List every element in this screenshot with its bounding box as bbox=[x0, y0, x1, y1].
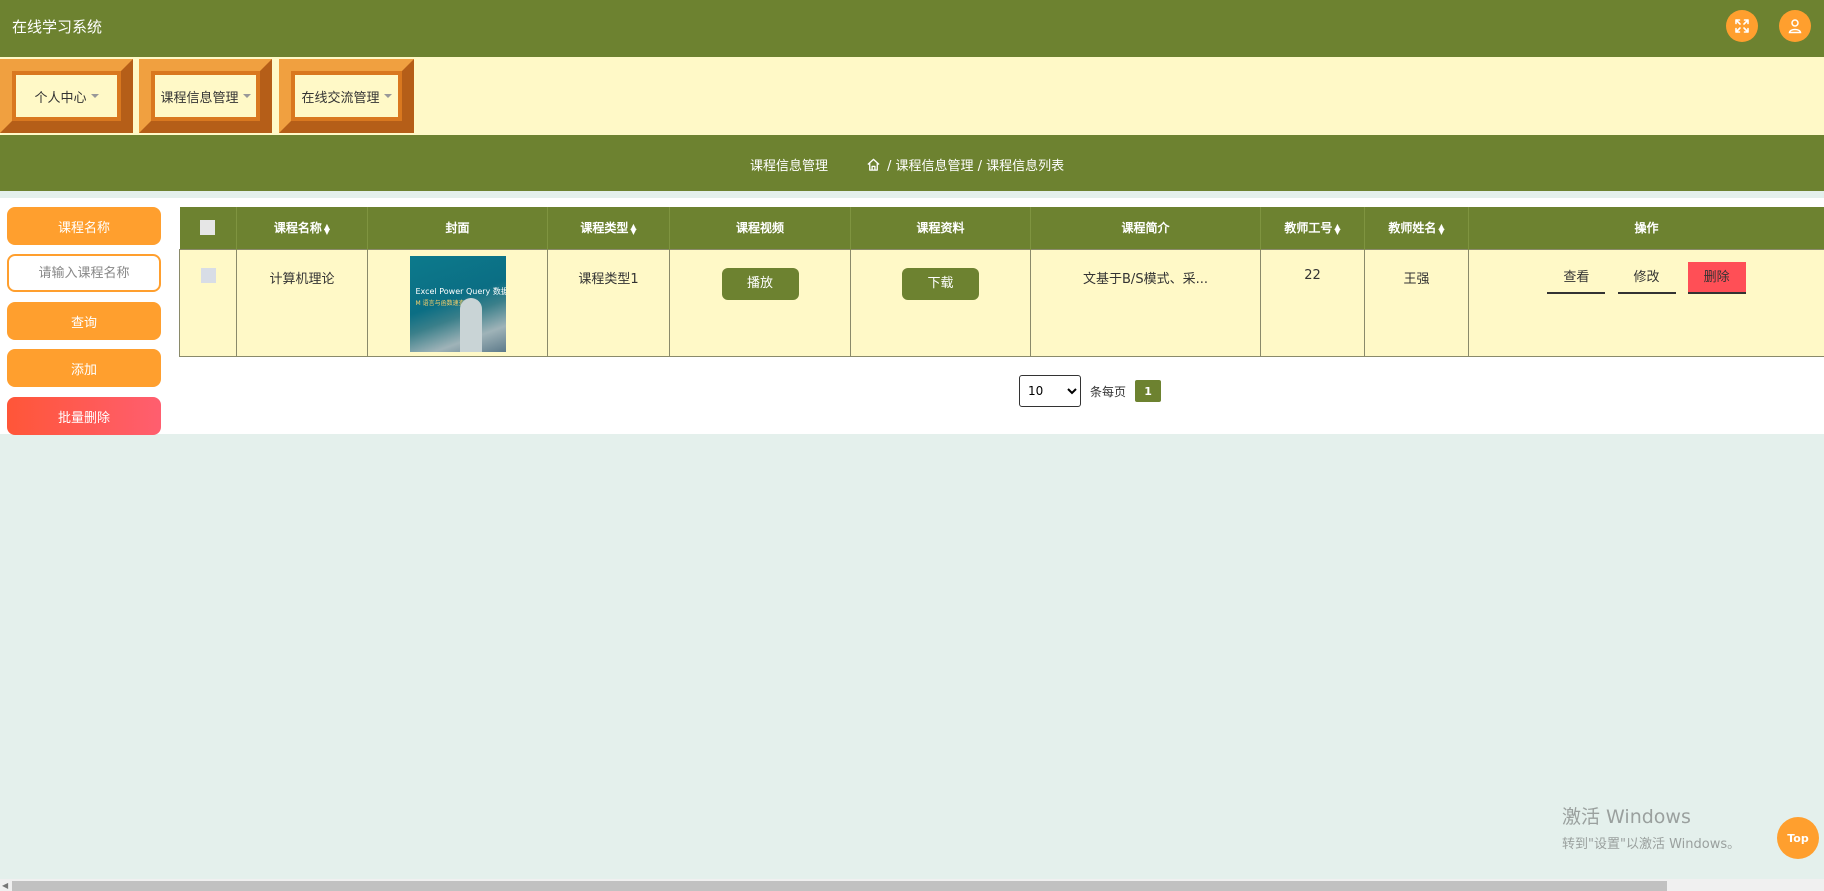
watermark-subtitle: 转到"设置"以激活 Windows。 bbox=[1562, 837, 1741, 852]
column-header-actions: 操作 bbox=[1468, 207, 1824, 249]
column-header-course-video: 课程视频 bbox=[669, 207, 851, 249]
app-title: 在线学习系统 bbox=[12, 18, 103, 36]
table-row: 计算机理论 Excel Power Query 数据 M 语言与函数速查 课程类… bbox=[179, 248, 1824, 357]
delete-button[interactable]: 删除 bbox=[1687, 261, 1746, 294]
play-video-button[interactable]: 播放 bbox=[721, 267, 799, 300]
activation-watermark: 激活 Windows 转到"设置"以激活 Windows。 bbox=[1562, 802, 1740, 852]
home-icon[interactable] bbox=[866, 157, 881, 172]
page-number-button[interactable]: 1 bbox=[1135, 380, 1162, 402]
sort-icon[interactable]: ▲ ▼ bbox=[324, 222, 330, 235]
cover-cell: Excel Power Query 数据 M 语言与函数速查 bbox=[367, 248, 548, 357]
page-size-select[interactable]: 102050100 bbox=[1019, 375, 1081, 407]
course-intro-cell: 文基于B/S模式、采... bbox=[1030, 248, 1261, 357]
course-type-cell: 课程类型1 bbox=[547, 248, 670, 357]
teacher-id-cell: 22 bbox=[1260, 248, 1365, 357]
back-to-top-button[interactable]: Top bbox=[1777, 817, 1819, 859]
row-select-cell bbox=[179, 248, 237, 357]
menu-item-label: 在线交流管理 bbox=[301, 90, 380, 106]
per-page-label: 条每页 bbox=[1090, 384, 1127, 399]
top-bar: 在线学习系统 bbox=[0, 0, 1824, 57]
breadcrumb-path: / 课程信息管理 / 课程信息列表 bbox=[887, 159, 1065, 174]
row-checkbox[interactable] bbox=[200, 267, 216, 283]
caret-down-icon bbox=[242, 94, 251, 98]
select-all-checkbox[interactable] bbox=[200, 220, 216, 236]
edit-button[interactable]: 修改 bbox=[1617, 262, 1676, 294]
cover-figure bbox=[459, 297, 482, 352]
menu-item-course-management[interactable]: 课程信息管理 bbox=[139, 59, 272, 133]
column-header-course-type[interactable]: 课程类型 ▲ ▼ bbox=[547, 207, 670, 249]
breadcrumb-bar: 课程信息管理 / 课程信息管理 / 课程信息列表 bbox=[0, 135, 1824, 191]
cover-title: Excel Power Query 数据 bbox=[415, 286, 506, 296]
scrollbar-thumb[interactable] bbox=[12, 881, 1667, 891]
watermark-title: 激活 Windows bbox=[1562, 806, 1691, 828]
column-header-course-material: 课程资料 bbox=[850, 207, 1031, 249]
breadcrumb: / 课程信息管理 / 课程信息列表 bbox=[866, 155, 1064, 174]
page-title: 课程信息管理 bbox=[750, 159, 829, 174]
view-button[interactable]: 查看 bbox=[1547, 262, 1606, 294]
column-header-teacher-id[interactable]: 教师工号 ▲ ▼ bbox=[1260, 207, 1365, 249]
select-all-header bbox=[179, 207, 237, 249]
course-material-cell: 下载 bbox=[850, 248, 1031, 357]
scroll-left-arrow-icon[interactable]: ◀ bbox=[2, 881, 8, 890]
menu-bar: 个人中心 课程信息管理 在线交流管理 bbox=[0, 57, 1824, 135]
content-panel: 课程名称 查询 添加 批量删除 课程名称▲▼ 封面 课程类型▲▼ 课程视频 课程… bbox=[0, 198, 1824, 435]
add-button[interactable]: 添加 bbox=[7, 349, 161, 387]
cover-subtitle: M 语言与函数速查 bbox=[415, 299, 465, 307]
course-name-cell: 计算机理论 bbox=[236, 248, 368, 357]
course-name-search-input[interactable] bbox=[7, 254, 161, 292]
menu-item-label: 个人中心 bbox=[34, 90, 87, 106]
menu-item-online-communication[interactable]: 在线交流管理 bbox=[279, 59, 414, 133]
expand-icon bbox=[1735, 19, 1749, 33]
actions-cell: 查看 修改 删除 bbox=[1468, 248, 1824, 357]
caret-down-icon bbox=[383, 94, 392, 98]
user-icon bbox=[1788, 19, 1802, 34]
download-material-button[interactable]: 下载 bbox=[902, 267, 979, 300]
menu-item-label: 课程信息管理 bbox=[160, 90, 239, 106]
horizontal-scrollbar[interactable]: ◀ bbox=[0, 879, 1824, 891]
sort-icon[interactable]: ▲ ▼ bbox=[1438, 222, 1444, 235]
menu-item-personal-center[interactable]: 个人中心 bbox=[0, 59, 133, 133]
course-table: 课程名称 ▲ ▼ 封面 课程类型 ▲ ▼ 课程视频 课程资料 课程简介 教师工号 ▲ ▼ 教… bbox=[179, 207, 1824, 357]
pagination: 102050100 条每页 1 bbox=[1019, 375, 1162, 407]
batch-delete-button[interactable]: 批量删除 bbox=[7, 397, 161, 435]
user-button[interactable] bbox=[1779, 10, 1811, 42]
search-field-label: 课程名称 bbox=[7, 207, 161, 245]
fullscreen-button[interactable] bbox=[1726, 10, 1758, 42]
sort-icon[interactable]: ▲ ▼ bbox=[1334, 222, 1340, 235]
column-header-course-intro: 课程简介 bbox=[1030, 207, 1261, 249]
caret-down-icon bbox=[90, 94, 99, 98]
course-video-cell: 播放 bbox=[669, 248, 851, 357]
table-header-row: 课程名称 ▲ ▼ 封面 课程类型 ▲ ▼ 课程视频 课程资料 课程简介 教师工号 ▲ ▼ 教… bbox=[179, 207, 1824, 249]
column-header-course-name[interactable]: 课程名称 ▲ ▼ bbox=[236, 207, 368, 249]
query-button[interactable]: 查询 bbox=[7, 302, 161, 340]
column-header-cover: 封面 bbox=[367, 207, 548, 249]
teacher-name-cell: 王强 bbox=[1364, 248, 1469, 357]
column-header-teacher-name[interactable]: 教师姓名 ▲ ▼ bbox=[1364, 207, 1469, 249]
sort-icon[interactable]: ▲ ▼ bbox=[630, 222, 636, 235]
course-cover-image: Excel Power Query 数据 M 语言与函数速查 bbox=[409, 255, 506, 352]
